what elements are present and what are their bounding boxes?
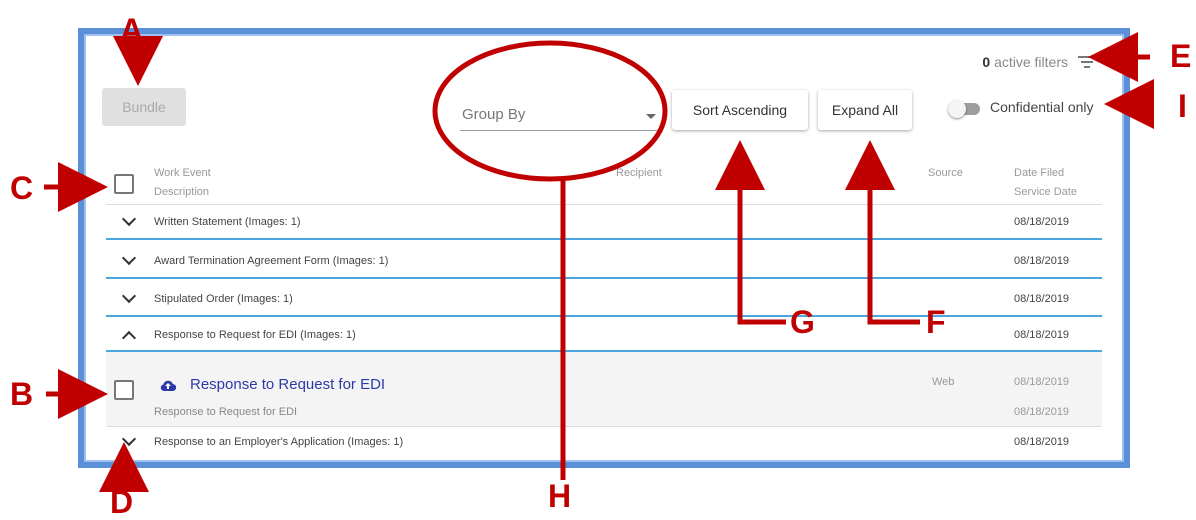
annotation-overlay (44, 32, 1154, 492)
annotation-e: E (1170, 38, 1192, 74)
annotation-d: D (110, 484, 134, 520)
connector-f (845, 140, 920, 325)
annotation-h: H (548, 478, 572, 514)
annotation-g: G (790, 304, 815, 340)
connector-g (715, 140, 786, 325)
annotation-i: I (1178, 88, 1187, 124)
annotation-a: A (120, 12, 144, 48)
ellipse-h (432, 40, 668, 182)
annotation-f: F (926, 304, 946, 340)
annotation-b: B (10, 376, 34, 412)
annotation-c: C (10, 170, 34, 206)
